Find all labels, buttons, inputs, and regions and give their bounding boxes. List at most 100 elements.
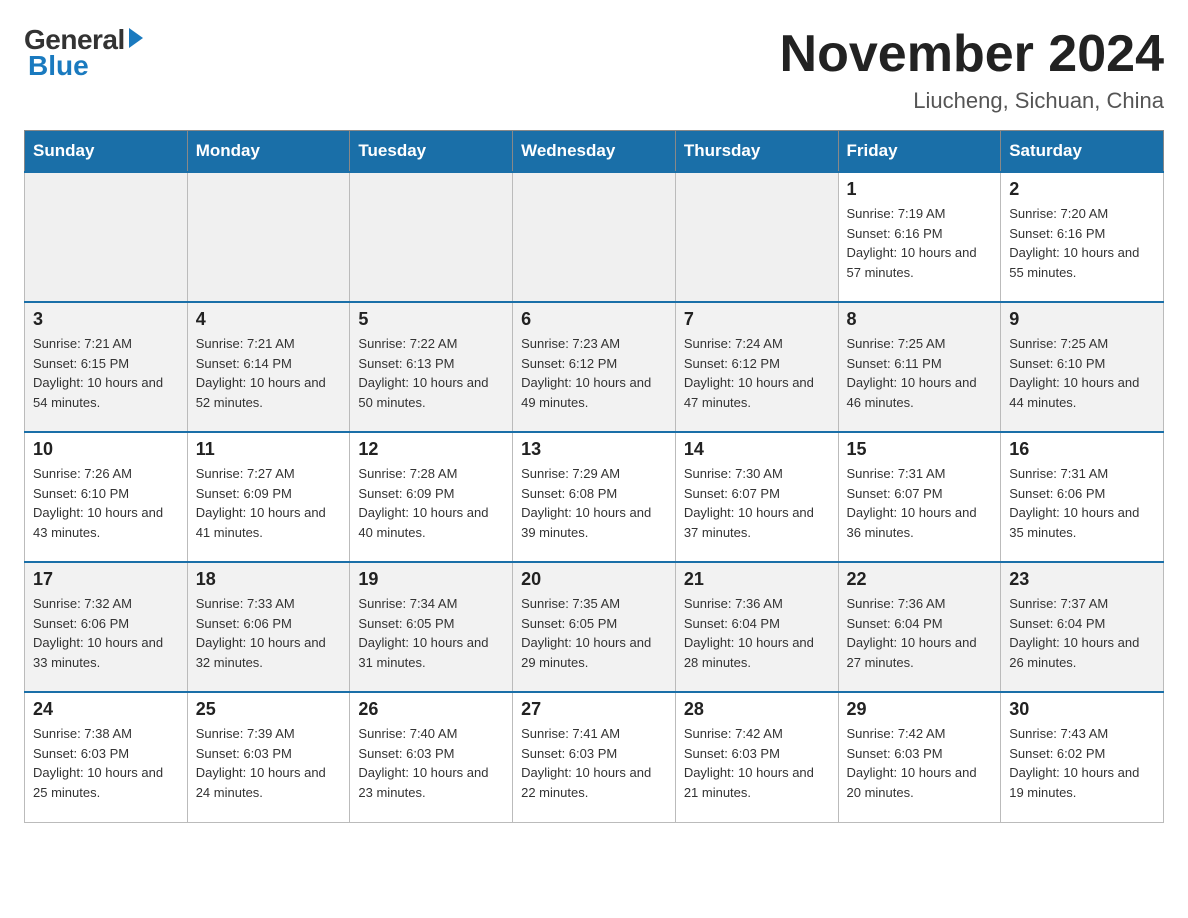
calendar-cell: 24Sunrise: 7:38 AMSunset: 6:03 PMDayligh… <box>25 692 188 822</box>
day-info: Sunrise: 7:31 AMSunset: 6:07 PMDaylight:… <box>847 464 993 542</box>
day-header-monday: Monday <box>187 131 350 173</box>
day-number: 4 <box>196 309 342 330</box>
day-info: Sunrise: 7:23 AMSunset: 6:12 PMDaylight:… <box>521 334 667 412</box>
calendar-cell: 17 Sunrise: 7:32 AMSunset: 6:06 PMDayligh… <box>25 562 188 692</box>
day-header-wednesday: Wednesday <box>513 131 676 173</box>
calendar-cell: 4 Sunrise: 7:21 AMSunset: 6:14 PMDaylight… <box>187 302 350 432</box>
day-info: Sunrise: 7:25 AMSunset: 6:11 PMDaylight:… <box>847 334 993 412</box>
day-number: 19 <box>358 569 504 590</box>
calendar-cell: 12 Sunrise: 7:28 AMSunset: 6:09 PMDayligh… <box>350 432 513 562</box>
day-number: 7 <box>684 309 830 330</box>
day-number: 22 <box>847 569 993 590</box>
calendar-cell: 27 Sunrise: 7:41 AMSunset: 6:03 PMDayligh… <box>513 692 676 822</box>
calendar-cell: 25Sunrise: 7:39 AMSunset: 6:03 PMDayligh… <box>187 692 350 822</box>
calendar-cell: 28 Sunrise: 7:42 AMSunset: 6:03 PMDayligh… <box>675 692 838 822</box>
calendar-cell: 30 Sunrise: 7:43 AMSunset: 6:02 PMDayligh… <box>1001 692 1164 822</box>
day-number: 5 <box>358 309 504 330</box>
calendar-cell: 23Sunrise: 7:37 AMSunset: 6:04 PMDayligh… <box>1001 562 1164 692</box>
day-info: Sunrise: 7:34 AMSunset: 6:05 PMDaylight:… <box>358 594 504 672</box>
title-section: November 2024 Liucheng, Sichuan, China <box>780 24 1164 114</box>
day-header-friday: Friday <box>838 131 1001 173</box>
day-info: Sunrise: 7:39 AMSunset: 6:03 PMDaylight:… <box>196 724 342 802</box>
calendar-cell: 18 Sunrise: 7:33 AMSunset: 6:06 PMDayligh… <box>187 562 350 692</box>
day-number: 14 <box>684 439 830 460</box>
calendar-cell <box>675 172 838 302</box>
day-number: 12 <box>358 439 504 460</box>
calendar-cell: 8 Sunrise: 7:25 AMSunset: 6:11 PMDaylight… <box>838 302 1001 432</box>
calendar-cell: 13 Sunrise: 7:29 AMSunset: 6:08 PMDayligh… <box>513 432 676 562</box>
day-number: 17 <box>33 569 179 590</box>
day-info: Sunrise: 7:43 AMSunset: 6:02 PMDaylight:… <box>1009 724 1155 802</box>
day-info: Sunrise: 7:31 AMSunset: 6:06 PMDaylight:… <box>1009 464 1155 542</box>
calendar-cell: 20 Sunrise: 7:35 AMSunset: 6:05 PMDayligh… <box>513 562 676 692</box>
day-number: 23 <box>1009 569 1155 590</box>
day-info: Sunrise: 7:36 AMSunset: 6:04 PMDaylight:… <box>847 594 993 672</box>
logo: General Blue <box>24 24 143 82</box>
calendar-cell: 26 Sunrise: 7:40 AMSunset: 6:03 PMDayligh… <box>350 692 513 822</box>
day-number: 6 <box>521 309 667 330</box>
calendar-cell <box>513 172 676 302</box>
day-number: 21 <box>684 569 830 590</box>
day-number: 8 <box>847 309 993 330</box>
day-header-tuesday: Tuesday <box>350 131 513 173</box>
day-header-sunday: Sunday <box>25 131 188 173</box>
day-number: 3 <box>33 309 179 330</box>
calendar-cell: 15Sunrise: 7:31 AMSunset: 6:07 PMDayligh… <box>838 432 1001 562</box>
week-row-4: 17 Sunrise: 7:32 AMSunset: 6:06 PMDayligh… <box>25 562 1164 692</box>
calendar-cell: 19 Sunrise: 7:34 AMSunset: 6:05 PMDayligh… <box>350 562 513 692</box>
calendar-cell: 5 Sunrise: 7:22 AMSunset: 6:13 PMDaylight… <box>350 302 513 432</box>
day-number: 13 <box>521 439 667 460</box>
day-number: 11 <box>196 439 342 460</box>
calendar-cell: 11 Sunrise: 7:27 AMSunset: 6:09 PMDayligh… <box>187 432 350 562</box>
day-info: Sunrise: 7:22 AMSunset: 6:13 PMDaylight:… <box>358 334 504 412</box>
calendar-cell: 29 Sunrise: 7:42 AMSunset: 6:03 PMDayligh… <box>838 692 1001 822</box>
logo-arrow-icon <box>129 28 143 48</box>
day-number: 10 <box>33 439 179 460</box>
day-number: 29 <box>847 699 993 720</box>
day-info: Sunrise: 7:29 AMSunset: 6:08 PMDaylight:… <box>521 464 667 542</box>
day-header-thursday: Thursday <box>675 131 838 173</box>
day-info: Sunrise: 7:26 AMSunset: 6:10 PMDaylight:… <box>33 464 179 542</box>
day-number: 20 <box>521 569 667 590</box>
day-info: Sunrise: 7:42 AMSunset: 6:03 PMDaylight:… <box>684 724 830 802</box>
day-number: 2 <box>1009 179 1155 200</box>
day-number: 28 <box>684 699 830 720</box>
calendar-cell: 1Sunrise: 7:19 AMSunset: 6:16 PMDaylight… <box>838 172 1001 302</box>
page-header: General Blue November 2024 Liucheng, Sic… <box>24 24 1164 114</box>
calendar-cell: 14Sunrise: 7:30 AMSunset: 6:07 PMDayligh… <box>675 432 838 562</box>
day-info: Sunrise: 7:33 AMSunset: 6:06 PMDaylight:… <box>196 594 342 672</box>
week-row-5: 24Sunrise: 7:38 AMSunset: 6:03 PMDayligh… <box>25 692 1164 822</box>
logo-blue-text: Blue <box>28 50 89 82</box>
day-info: Sunrise: 7:42 AMSunset: 6:03 PMDaylight:… <box>847 724 993 802</box>
calendar-cell: 7Sunrise: 7:24 AMSunset: 6:12 PMDaylight… <box>675 302 838 432</box>
day-header-saturday: Saturday <box>1001 131 1164 173</box>
day-number: 1 <box>847 179 993 200</box>
day-number: 16 <box>1009 439 1155 460</box>
calendar-cell: 16 Sunrise: 7:31 AMSunset: 6:06 PMDayligh… <box>1001 432 1164 562</box>
calendar-cell: 6 Sunrise: 7:23 AMSunset: 6:12 PMDaylight… <box>513 302 676 432</box>
calendar-cell <box>187 172 350 302</box>
day-number: 26 <box>358 699 504 720</box>
day-number: 27 <box>521 699 667 720</box>
day-info: Sunrise: 7:21 AMSunset: 6:15 PMDaylight:… <box>33 334 179 412</box>
day-info: Sunrise: 7:40 AMSunset: 6:03 PMDaylight:… <box>358 724 504 802</box>
day-info: Sunrise: 7:35 AMSunset: 6:05 PMDaylight:… <box>521 594 667 672</box>
calendar-cell: 21Sunrise: 7:36 AMSunset: 6:04 PMDayligh… <box>675 562 838 692</box>
day-info: Sunrise: 7:27 AMSunset: 6:09 PMDaylight:… <box>196 464 342 542</box>
day-number: 24 <box>33 699 179 720</box>
calendar-cell: 22 Sunrise: 7:36 AMSunset: 6:04 PMDayligh… <box>838 562 1001 692</box>
calendar-table: SundayMondayTuesdayWednesdayThursdayFrid… <box>24 130 1164 823</box>
week-row-3: 10 Sunrise: 7:26 AMSunset: 6:10 PMDayligh… <box>25 432 1164 562</box>
calendar-header-row: SundayMondayTuesdayWednesdayThursdayFrid… <box>25 131 1164 173</box>
month-title: November 2024 <box>780 24 1164 84</box>
day-number: 18 <box>196 569 342 590</box>
week-row-2: 3 Sunrise: 7:21 AMSunset: 6:15 PMDaylight… <box>25 302 1164 432</box>
day-info: Sunrise: 7:41 AMSunset: 6:03 PMDaylight:… <box>521 724 667 802</box>
day-number: 30 <box>1009 699 1155 720</box>
day-info: Sunrise: 7:21 AMSunset: 6:14 PMDaylight:… <box>196 334 342 412</box>
calendar-cell <box>25 172 188 302</box>
day-info: Sunrise: 7:28 AMSunset: 6:09 PMDaylight:… <box>358 464 504 542</box>
day-info: Sunrise: 7:25 AMSunset: 6:10 PMDaylight:… <box>1009 334 1155 412</box>
day-info: Sunrise: 7:32 AMSunset: 6:06 PMDaylight:… <box>33 594 179 672</box>
calendar-cell: 9Sunrise: 7:25 AMSunset: 6:10 PMDaylight… <box>1001 302 1164 432</box>
